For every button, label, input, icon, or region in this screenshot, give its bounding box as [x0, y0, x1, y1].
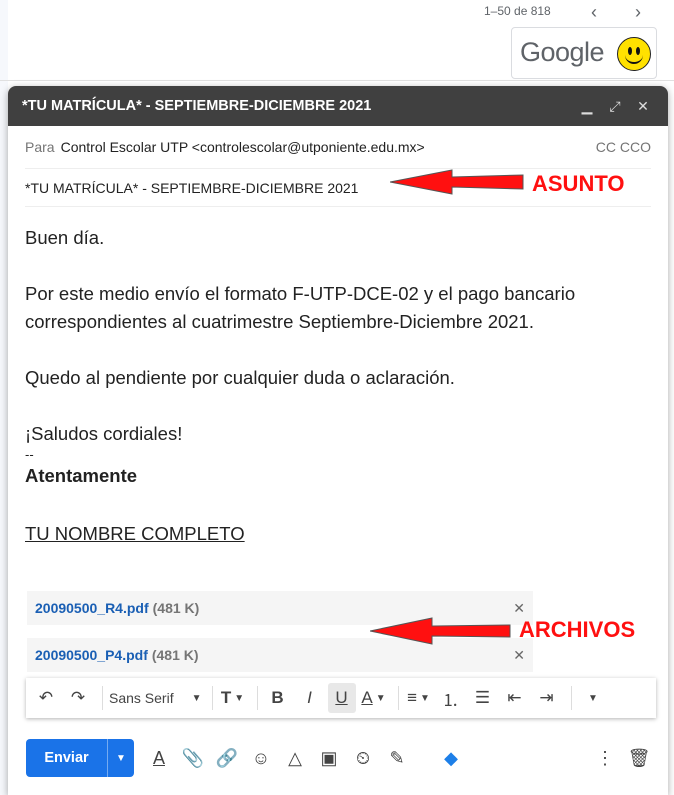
body-paragraph: Quedo al pendiente por cualquier duda o … — [25, 367, 455, 388]
italic-icon[interactable]: I — [296, 683, 324, 713]
drive-icon[interactable]: △ — [278, 741, 312, 775]
signature-closing: Atentamente — [25, 465, 138, 486]
chevron-right-icon[interactable]: › — [626, 0, 650, 24]
attachment-size: (481 K) — [152, 600, 200, 616]
asunto-annotation: ASUNTO — [532, 171, 625, 196]
background-divider — [0, 80, 674, 81]
signature-separator: -- — [25, 447, 34, 462]
to-field[interactable]: Control Escolar UTP <controlescolar@utpo… — [61, 139, 596, 155]
body-paragraph: ¡Saludos cordiales! — [25, 423, 183, 444]
indent-less-icon[interactable]: ⇤ — [501, 683, 529, 713]
undo-icon[interactable]: ↶ — [32, 683, 60, 713]
subject-field[interactable]: *TU MATRÍCULA* - SEPTIEMBRE-DICIEMBRE 20… — [25, 180, 358, 196]
body-greeting: Buen día. — [25, 227, 105, 248]
remove-attachment-icon[interactable]: ✕ — [513, 647, 525, 664]
formatting-toolbar: ↶ ↷ Sans Serif ▼ T ▼ B I U A ▼ ≡ ▼ ⒈ ☰ ⇤ ⇥ ▼ — [26, 678, 656, 718]
pagination-count: 1–50 de 818 — [484, 4, 551, 18]
expand-icon[interactable]: ⤢ — [604, 98, 626, 115]
insert-photo-icon[interactable]: ▣ — [312, 741, 346, 775]
minimize-icon[interactable]: ▁ — [576, 98, 598, 115]
cc-bcc-link[interactable]: CC CCO — [596, 139, 651, 155]
text-color-icon[interactable]: A ▼ — [360, 683, 388, 713]
attachment-name[interactable]: 20090500_P4.pdf — [35, 647, 148, 663]
emoji-icon[interactable]: ☺ — [244, 741, 278, 775]
compose-actions: Enviar ▼ A 📎 🔗 ☺ △ ▣ ⏲ ✎ ◆ ⋮ 🗑 — [26, 738, 656, 778]
insert-link-icon[interactable]: 🔗 — [210, 741, 244, 775]
compose-title: *TU MATRÍCULA* - SEPTIEMBRE-DICIEMBRE 20… — [22, 98, 372, 114]
more-formatting-icon[interactable]: ▼ — [578, 683, 606, 713]
bold-icon[interactable]: B — [264, 683, 292, 713]
more-options-icon[interactable]: ⋮ — [588, 741, 622, 775]
bulleted-list-icon[interactable]: ☰ — [469, 683, 497, 713]
smiley-icon — [617, 37, 651, 71]
formatting-options-icon[interactable]: A — [142, 741, 176, 775]
trash-icon[interactable]: 🗑 — [622, 741, 656, 775]
signature-name: TU NOMBRE COMPLETO — [25, 523, 245, 544]
close-icon[interactable]: ✕ — [632, 98, 654, 115]
redo-icon[interactable]: ↷ — [64, 683, 92, 713]
background-sidebar — [0, 0, 8, 795]
confidential-mode-icon[interactable]: ⏲ — [346, 741, 380, 775]
compose-titlebar[interactable]: *TU MATRÍCULA* - SEPTIEMBRE-DICIEMBRE 20… — [8, 86, 668, 126]
indent-more-icon[interactable]: ⇥ — [533, 683, 561, 713]
signature-icon[interactable]: ✎ — [380, 741, 414, 775]
asunto-arrow — [390, 169, 524, 195]
google-logo: Google — [511, 27, 657, 79]
align-icon[interactable]: ≡ ▼ — [405, 683, 433, 713]
google-logo-text: Google — [520, 37, 605, 67]
numbered-list-icon[interactable]: ⒈ — [437, 683, 465, 713]
attachment-size: (481 K) — [151, 647, 199, 663]
to-label: Para — [25, 139, 55, 155]
dropbox-icon[interactable]: ◆ — [434, 741, 468, 775]
underline-icon[interactable]: U — [327, 683, 356, 713]
archivos-annotation: ARCHIVOS — [519, 617, 636, 642]
font-family-select[interactable]: Sans Serif ▼ — [109, 683, 202, 713]
send-button[interactable]: Enviar ▼ — [26, 739, 134, 777]
message-body[interactable]: Buen día. Por este medio envío el format… — [25, 224, 645, 548]
remove-attachment-icon[interactable]: ✕ — [513, 600, 525, 617]
attach-file-icon[interactable]: 📎 — [176, 741, 210, 775]
chevron-left-icon[interactable]: ‹ — [582, 0, 606, 24]
body-paragraph: Por este medio envío el formato F-UTP-DC… — [25, 283, 576, 332]
archivos-arrow — [370, 617, 511, 645]
font-size-icon[interactable]: T ▼ — [219, 683, 247, 713]
send-options-icon[interactable]: ▼ — [107, 739, 134, 777]
attachment-name[interactable]: 20090500_R4.pdf — [35, 600, 149, 616]
recipient-row[interactable]: Para Control Escolar UTP <controlescolar… — [25, 126, 651, 169]
